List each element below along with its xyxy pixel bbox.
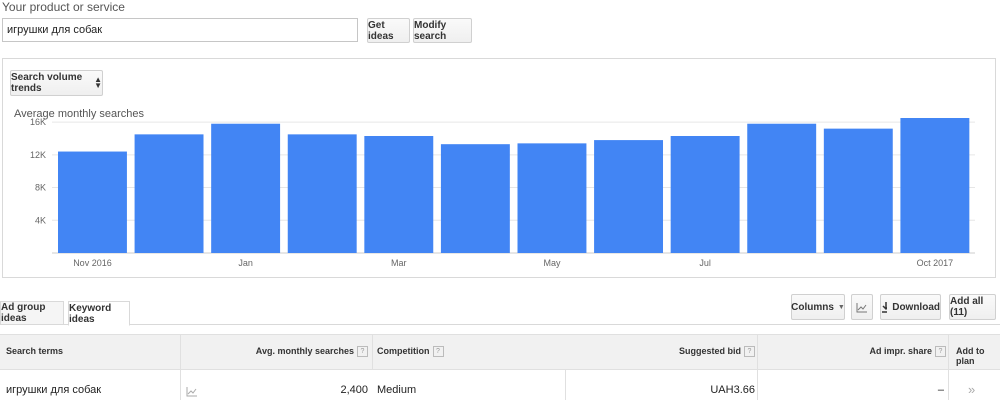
bar-dec[interactable] — [134, 134, 204, 253]
header-suggested-bid-label: Suggested bid — [678, 346, 741, 356]
bar-may[interactable] — [517, 143, 587, 253]
bar-oct-2017[interactable] — [900, 118, 970, 253]
x-tick-label: Mar — [391, 258, 407, 268]
add-to-plan-chevron-icon[interactable]: » — [968, 382, 975, 397]
bar-sep[interactable] — [823, 128, 893, 253]
get-ideas-button[interactable]: Get ideas — [367, 18, 410, 43]
row-competition: Medium — [377, 384, 417, 396]
download-icon — [882, 301, 888, 313]
column-divider — [565, 370, 566, 400]
header-add-to-plan: Add to plan — [956, 346, 985, 366]
header-ad-impr-share[interactable]: Ad impr. share? — [869, 346, 946, 358]
row-suggested-bid: UAH3.66 — [710, 384, 755, 396]
header-avg-monthly-searches[interactable]: Avg. monthly searches? — [255, 346, 368, 358]
trend-select-label: Search volume trends — [11, 72, 83, 94]
help-icon[interactable]: ? — [744, 346, 755, 358]
chevron-down-icon: ▼ — [837, 303, 845, 311]
bar-jun[interactable] — [594, 140, 664, 253]
y-tick-label: 4K — [35, 215, 46, 225]
row-avg-monthly-searches: 2,400 — [340, 384, 368, 396]
header-search-terms[interactable]: Search terms — [6, 346, 63, 356]
help-icon[interactable]: ? — [357, 346, 368, 358]
y-tick-label: 16K — [30, 118, 46, 127]
bar-aug[interactable] — [747, 123, 817, 254]
bar-jul[interactable] — [670, 136, 740, 253]
table-header — [0, 334, 1000, 370]
modify-search-button[interactable]: Modify search — [413, 18, 472, 43]
y-tick-label: 8K — [35, 183, 46, 193]
row-search-term: игрушки для собак — [6, 384, 102, 396]
header-ad-impr-share-label: Ad impr. share — [869, 346, 932, 356]
header-suggested-bid[interactable]: Suggested bid? — [678, 346, 755, 358]
header-competition-label: Competition — [377, 346, 430, 356]
trend-chart-icon[interactable] — [186, 386, 198, 397]
product-label: Your product or service — [2, 0, 125, 14]
help-icon[interactable]: ? — [935, 346, 946, 358]
bar-jan[interactable] — [211, 123, 281, 254]
x-tick-label: Oct 2017 — [917, 258, 954, 268]
bar-feb[interactable] — [287, 134, 357, 253]
bar-nov-2016[interactable] — [58, 151, 127, 253]
column-divider — [948, 334, 949, 400]
columns-button[interactable]: Columns ▼ — [791, 294, 845, 320]
columns-label: Columns — [791, 301, 834, 313]
x-tick-label: Jan — [238, 258, 253, 268]
row-ad-impr-share: – — [937, 384, 944, 396]
column-divider — [180, 334, 181, 400]
x-tick-label: Jul — [699, 258, 711, 268]
search-volume-bar-chart: 16K 12K 8K 4K Nov 2016 Jan Mar May Jul Oct 2017 — [30, 118, 975, 268]
help-icon[interactable]: ? — [432, 346, 444, 358]
tab-ad-group-ideas[interactable]: Ad group ideas — [0, 301, 64, 325]
add-all-button[interactable]: Add all (11) — [949, 294, 996, 320]
x-tick-label: May — [543, 258, 561, 268]
bar-mar[interactable] — [364, 136, 434, 253]
search-input[interactable]: игрушки для собак — [2, 18, 358, 42]
line-chart-icon — [856, 302, 867, 312]
column-divider — [372, 334, 373, 370]
header-competition[interactable]: Competition? — [377, 346, 444, 358]
x-tick-label: Nov 2016 — [73, 258, 112, 268]
header-avg-monthly-label: Avg. monthly searches — [255, 346, 354, 356]
download-button[interactable]: Download — [880, 294, 941, 320]
download-label: Download — [892, 301, 940, 313]
chart-toggle-button[interactable] — [851, 294, 873, 320]
sort-arrows-icon: ▲ ▼ — [94, 75, 102, 90]
column-divider — [757, 334, 758, 400]
tab-keyword-ideas[interactable]: Keyword ideas — [68, 301, 130, 326]
bar-apr[interactable] — [440, 144, 510, 253]
search-volume-trends-select[interactable]: Search volume trends ▲ ▼ — [10, 70, 103, 96]
tab-bar-divider — [0, 324, 1000, 325]
y-tick-label: 12K — [30, 150, 46, 160]
